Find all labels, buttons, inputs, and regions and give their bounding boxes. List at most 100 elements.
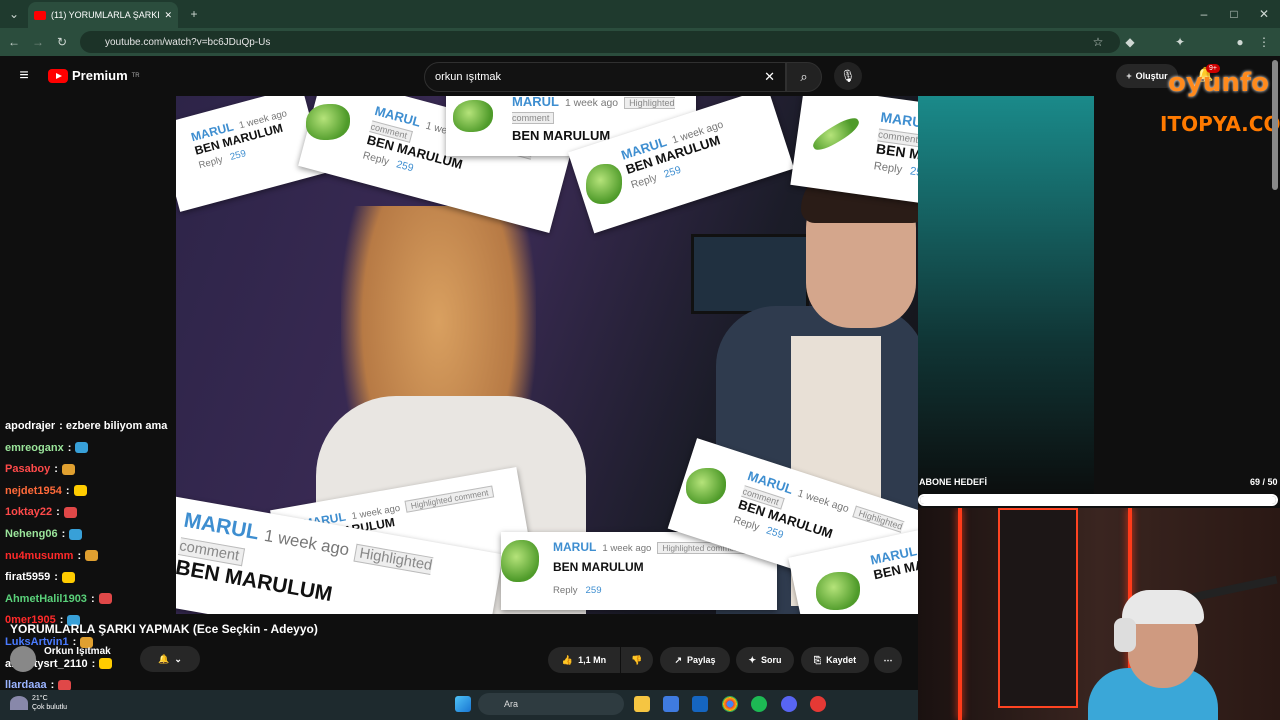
forward-icon[interactable]: → (28, 28, 48, 56)
plus-icon: + (1126, 71, 1132, 81)
chat-text: : (54, 571, 58, 584)
chat-message: emreoganx: (5, 441, 89, 454)
chat-message: apodrajer: ezbere biliyom ama (5, 420, 167, 432)
microphone-icon: 🎙 (840, 69, 856, 83)
profile-avatar-icon[interactable]: ● (1230, 28, 1250, 56)
address-bar[interactable]: youtube.com/watch?v=bc6JDuQp-Us (80, 31, 1120, 53)
dislike-button[interactable]: 👎 (621, 647, 653, 673)
chat-message: firat5959: (5, 571, 75, 583)
tab-title: (11) YORUMLARLA ŞARKI Y (51, 10, 160, 20)
share-button[interactable]: ↗ Paylaş (660, 647, 730, 673)
voice-search-button[interactable]: 🎙 (834, 62, 862, 90)
youtube-favicon-icon (34, 10, 46, 20)
taskbar-search[interactable]: Ara (478, 693, 624, 715)
maximize-icon[interactable]: □ (1224, 0, 1244, 28)
lettuce-icon (501, 540, 539, 582)
search-input[interactable]: orkun ışıtmak ✕ (424, 62, 786, 92)
page-scrollbar[interactable] (1272, 60, 1278, 190)
chat-text: : ezbere biliyom ama (59, 420, 168, 432)
studio-monitor-image (691, 234, 809, 314)
chat-username: emreoganx (5, 441, 64, 454)
chat-emote-icon (69, 528, 83, 540)
chat-message: AhmetHalil1903: (5, 593, 112, 605)
chat-username: apodrajer (5, 420, 56, 432)
headset-earcup (1114, 618, 1136, 652)
sparkle-icon: ✦ (748, 654, 757, 665)
search-value: orkun ışıtmak (435, 71, 502, 83)
close-window-icon[interactable]: ✕ (1254, 0, 1274, 28)
extension-icon[interactable]: ◆ (1120, 28, 1140, 56)
tab-close-icon[interactable]: ✕ (164, 10, 172, 21)
url-text: youtube.com/watch?v=bc6JDuQp-Us (105, 36, 271, 48)
video-player[interactable]: MARUL 1 week ago BEN MARULUM Reply 259 MAR… (176, 96, 918, 614)
chat-message: Neheng06: (5, 528, 83, 540)
video-title: YORUMLARLA ŞARKI YAPMAK (Ece Seçkin - Ad… (10, 622, 318, 636)
clear-search-icon[interactable]: ✕ (764, 69, 775, 85)
chrome-icon[interactable] (722, 696, 738, 712)
chat-emote-icon (75, 442, 89, 454)
save-button[interactable]: ⎘ Kaydet (801, 647, 869, 673)
chat-username: nejdet1954 (5, 484, 62, 497)
oyunfo-logo: oyunfo (1168, 68, 1270, 98)
collectibles-shelf (998, 508, 1078, 708)
file-explorer-icon[interactable] (634, 696, 650, 712)
tab-search-icon[interactable]: ⌄ (4, 0, 24, 28)
thumbs-down-icon: 👎 (631, 654, 643, 665)
chat-text: : (91, 657, 96, 670)
save-label: Kaydet (826, 655, 857, 665)
like-count: 1,1 Mn (578, 655, 607, 665)
channel-name[interactable]: Orkun Işıtmak (44, 646, 111, 657)
ask-label: Soru (761, 655, 782, 665)
chat-emote-icon (61, 571, 75, 583)
new-tab-icon[interactable]: + (184, 0, 204, 28)
chat-username: 1oktay22 (5, 506, 53, 519)
chevron-down-icon: ⌄ (174, 653, 182, 664)
weather-widget[interactable]: 21°C Çok bulutlu (32, 694, 67, 712)
bookmark-star-icon[interactable]: ☆ (1088, 28, 1108, 56)
app-icon[interactable] (810, 696, 826, 712)
back-icon[interactable]: ← (4, 28, 24, 56)
subscribe-bell-button[interactable]: 🔔 ⌄ (140, 646, 200, 672)
ask-button[interactable]: ✦ Soru (736, 647, 794, 673)
chat-username: Neheng06 (5, 528, 58, 540)
chat-text: : (65, 484, 70, 497)
channel-avatar[interactable] (10, 646, 36, 672)
video-side-panel (918, 96, 1094, 506)
discord-icon[interactable] (781, 696, 797, 712)
extensions-puzzle-icon[interactable]: ✦ (1170, 28, 1190, 56)
more-icon: ⋯ (883, 654, 893, 665)
chat-emote-icon (61, 463, 75, 475)
bell-icon: 🔔 (158, 653, 170, 664)
share-label: Paylaş (687, 655, 716, 665)
windows-start-icon[interactable] (455, 696, 471, 712)
youtube-logo[interactable]: Premium TR (48, 68, 140, 83)
more-actions-button[interactable]: ⋯ (874, 647, 902, 673)
chat-username: Pasaboy (5, 463, 51, 476)
streamer-headphones (1122, 590, 1204, 624)
lettuce-icon (686, 468, 726, 504)
chat-text: : (67, 441, 72, 454)
minimize-icon[interactable]: – (1194, 0, 1214, 28)
reload-icon[interactable]: ↻ (52, 28, 72, 56)
hamburger-menu-icon[interactable]: ≡ (14, 62, 34, 90)
lettuce-icon (306, 104, 350, 140)
chat-emote-icon (85, 550, 99, 562)
logo-country: TR (131, 72, 140, 79)
outlook-icon[interactable] (692, 696, 708, 712)
chat-text: : (56, 506, 60, 519)
chat-emote-icon (99, 658, 113, 670)
lettuce-icon (453, 100, 493, 132)
search-button[interactable]: ⌕ (786, 62, 822, 92)
browser-menu-icon[interactable]: ⋮ (1254, 28, 1274, 56)
chat-message: nu4musumm: (5, 550, 99, 562)
weather-cloud-icon (10, 696, 28, 710)
logo-text: Premium (72, 68, 128, 83)
microsoft-store-icon[interactable] (663, 696, 679, 712)
chat-message: nejdet1954: (5, 485, 87, 497)
spotify-icon[interactable] (751, 696, 767, 712)
browser-tab[interactable]: (11) YORUMLARLA ŞARKI Y ✕ (28, 2, 178, 28)
share-icon: ↗ (674, 654, 682, 665)
like-button[interactable]: 👍 1,1 Mn (548, 647, 620, 673)
subscriber-goal-label: ABONE HEDEFİ (919, 477, 988, 487)
subscriber-goal-count: 69 / 50 (1250, 477, 1278, 487)
